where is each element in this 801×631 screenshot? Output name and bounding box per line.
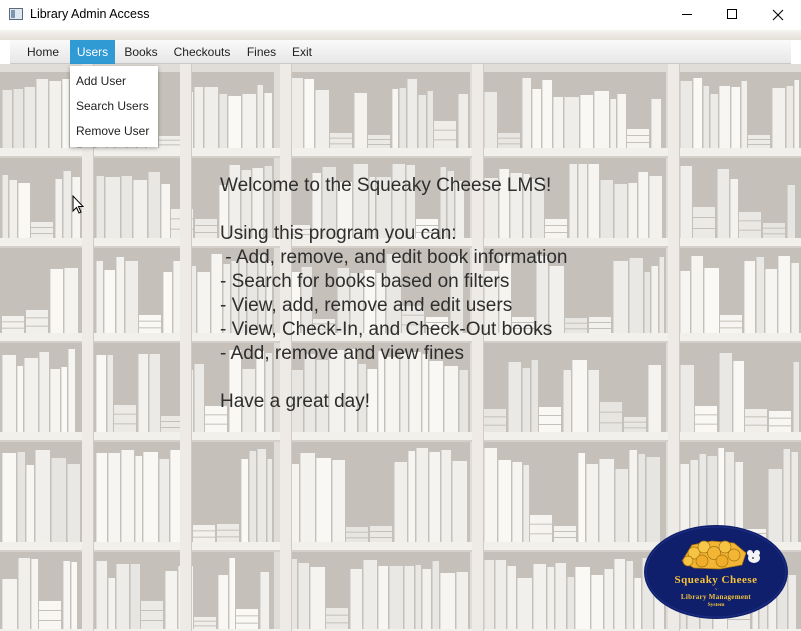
menu-bar: Home Users Books Checkouts Fines Exit [10,40,791,64]
app-window: Library Admin Access Welcome to the Sque… [0,0,801,631]
logo-title: Squeaky Cheese [674,574,758,586]
logo-subtitle-line1: Library Management [680,593,752,601]
menu-fines[interactable]: Fines [240,40,283,64]
welcome-line: - View, Check-In, and Check-Out books [220,319,553,340]
welcome-line: - Add, remove and view fines [220,343,464,364]
mouse-cursor-icon [72,195,84,214]
menu-item-search-users[interactable]: Search Users [70,94,158,119]
menu-item-add-user[interactable]: Add User [70,69,158,94]
welcome-line [220,366,567,390]
close-button[interactable] [755,0,801,30]
app-window-icon [9,8,23,20]
menu-home[interactable]: Home [18,40,68,64]
users-dropdown-menu: Add User Search Users Remove User [70,66,158,147]
minimize-button[interactable] [664,0,710,30]
maximize-button[interactable] [709,0,755,30]
welcome-line: - Add, remove, and edit book information [220,247,568,268]
welcome-text: Welcome to the Squeaky Cheese LMS! Using… [220,174,567,414]
welcome-line [220,198,567,222]
window-title: Library Admin Access [30,7,150,21]
logo-subtitle-line2: System [707,602,725,608]
title-bar[interactable]: Library Admin Access [0,0,801,30]
squeaky-cheese-logo: Squeaky Cheese ~ Library Management Syst… [642,523,790,621]
welcome-line: Have a great day! [220,391,370,412]
welcome-line: Welcome to the Squeaky Cheese LMS! [220,175,552,196]
menu-item-remove-user[interactable]: Remove User [70,119,158,144]
menu-checkouts[interactable]: Checkouts [167,40,237,64]
close-icon [772,9,784,21]
menu-exit[interactable]: Exit [286,40,318,64]
welcome-line: - View, add, remove and edit users [220,295,513,316]
menubar-frame [0,30,801,40]
welcome-line: - Search for books based on filters [220,271,510,292]
menu-books[interactable]: Books [117,40,165,64]
menu-users[interactable]: Users [70,40,115,64]
welcome-line: Using this program you can: [220,223,457,244]
